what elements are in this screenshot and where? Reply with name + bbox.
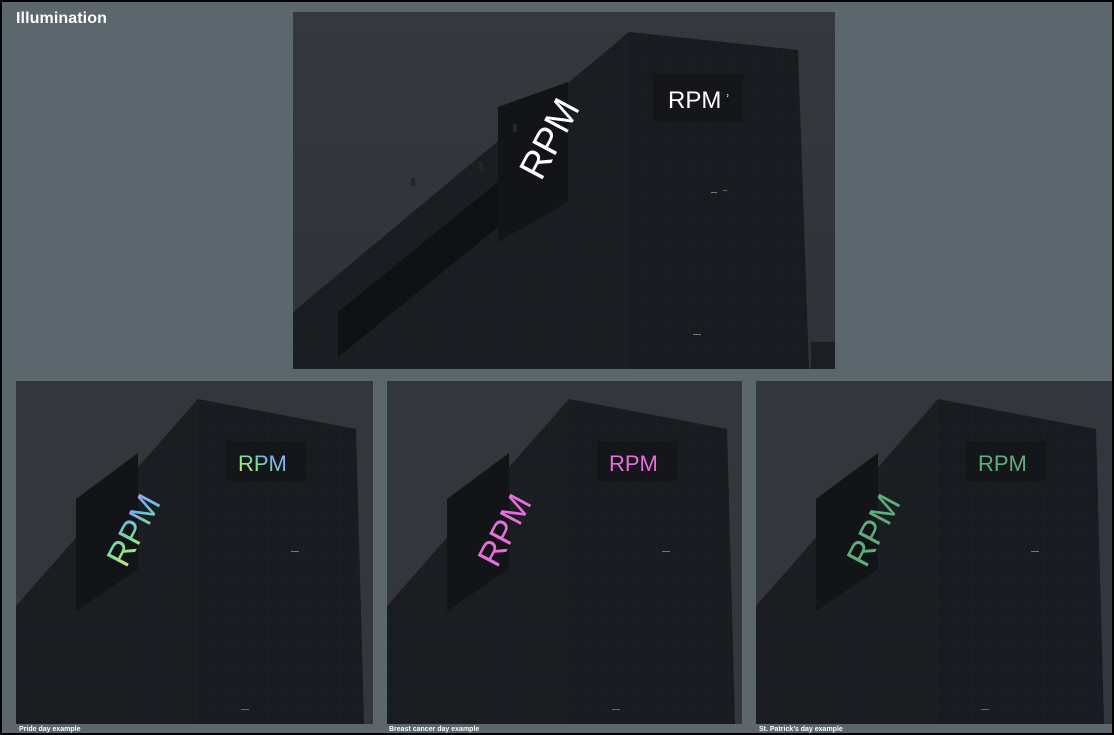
st-patricks-day-caption: St. Patrick’s day example [759,726,843,733]
illumination-board: Illumination RPM RPM ˒ RPM RPM RPM RPM R… [0,0,1114,735]
pride-front-logo: RPM [238,451,287,476]
hero-front-logo: RPM [668,87,721,114]
pride-building-illustration: RPM RPM [16,381,373,724]
hero-building-photo: RPM RPM ˒ [293,12,835,369]
hero-building-illustration: RPM RPM ˒ [293,12,835,369]
breast-cancer-front-logo: RPM [609,451,658,476]
breast-cancer-building-illustration: RPM RPM [387,381,742,724]
hero-logo-mark: ˒ [725,85,730,102]
pride-day-caption: Pride day example [19,726,81,733]
st-patricks-building-illustration: RPM RPM [756,381,1112,724]
breast-cancer-day-caption: Breast cancer day example [389,726,480,733]
page-title: Illumination [16,10,107,27]
st-patricks-day-photo: RPM RPM [756,381,1112,724]
breast-cancer-day-photo: RPM RPM [387,381,742,724]
pride-day-photo: RPM RPM [16,381,373,724]
st-patricks-front-logo: RPM [978,451,1027,476]
